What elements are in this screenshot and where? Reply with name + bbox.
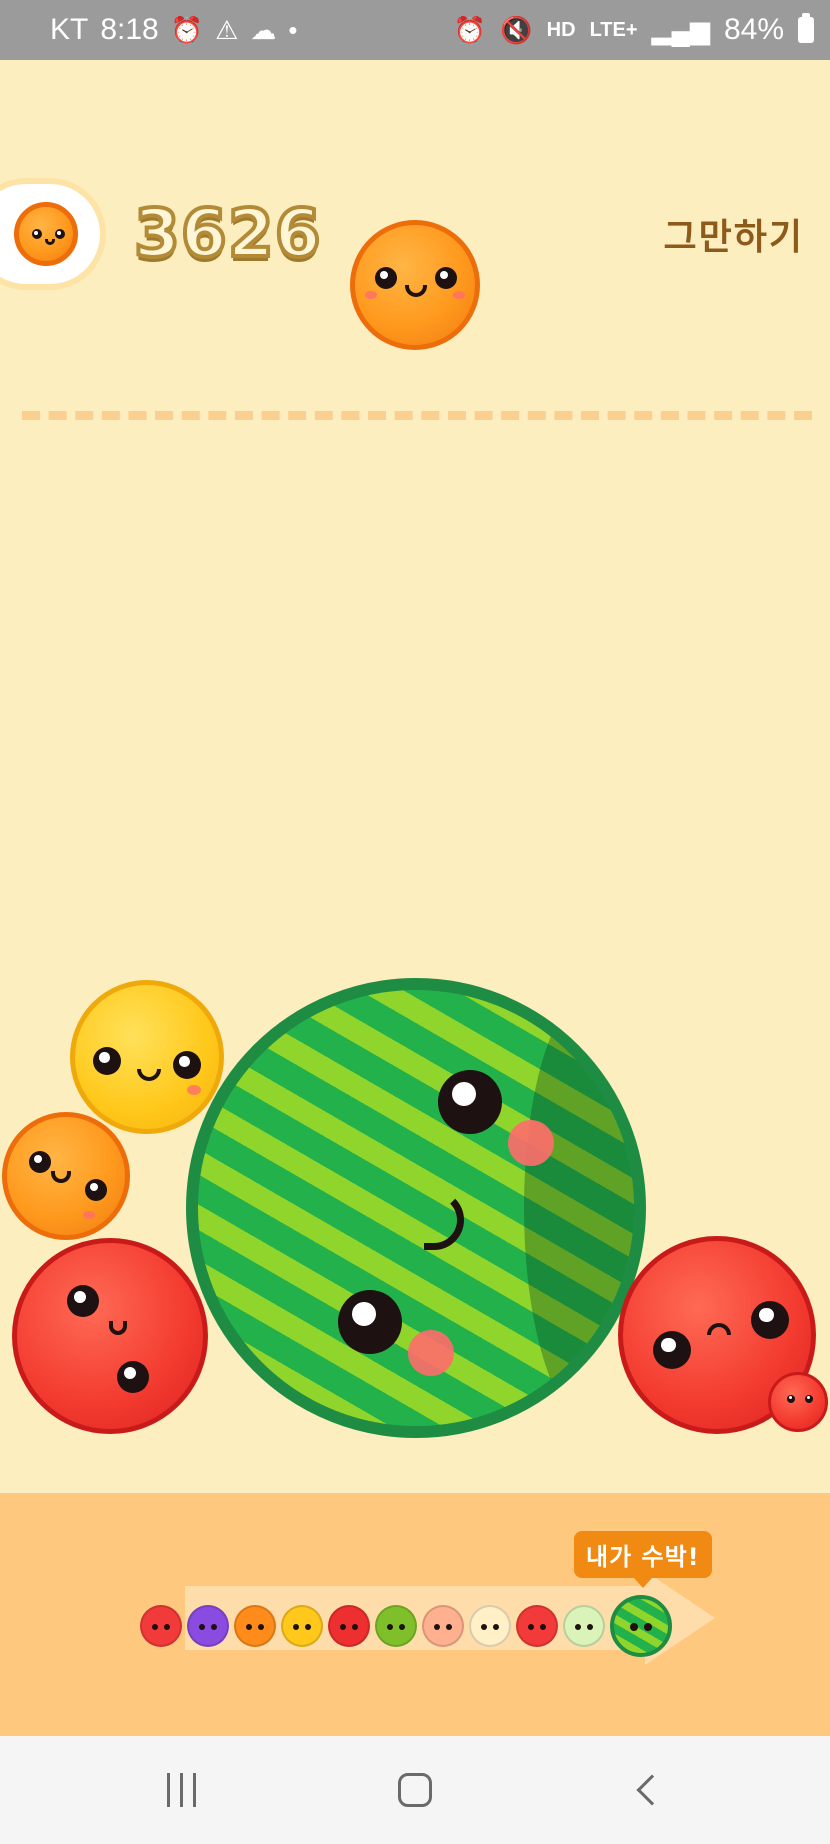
mouth	[51, 1171, 71, 1183]
evolution-melon-icon	[563, 1605, 605, 1647]
clock: 8:18	[100, 13, 159, 46]
cloud-icon: ☁	[250, 14, 277, 45]
eye	[117, 1361, 149, 1393]
alarm-icon: ⏰	[453, 14, 487, 45]
status-right: ⏰ 🔇 HD LTE+ ▂▄▆ 84%	[454, 13, 814, 47]
hd-icon: HD	[546, 18, 576, 41]
warning-icon: ⚠	[215, 14, 239, 45]
evolution-kiwi-icon	[375, 1605, 417, 1647]
fruit-apple-left	[12, 1238, 208, 1434]
battery-icon	[798, 13, 814, 43]
game-board[interactable]: 3626 그만하기 내가 수박!	[0, 60, 830, 1796]
back-icon[interactable]	[628, 1766, 668, 1814]
alarm-icon: ⏰	[170, 14, 204, 45]
eye	[751, 1301, 789, 1339]
evolution-row	[140, 1595, 672, 1657]
quit-button[interactable]: 그만하기	[664, 208, 804, 260]
cheek	[83, 1211, 95, 1219]
fruit-lemon	[70, 980, 224, 1134]
cheek	[508, 1120, 554, 1166]
mouth	[137, 1069, 161, 1081]
evolution-tangerine-icon	[234, 1605, 276, 1647]
eye	[173, 1051, 201, 1079]
fruit-strawberry	[768, 1372, 828, 1432]
eye	[338, 1290, 402, 1354]
evolution-tomato-icon	[516, 1605, 558, 1647]
mouth	[424, 1190, 464, 1250]
mute-icon: 🔇	[500, 14, 533, 45]
eye	[55, 229, 65, 239]
mouth	[45, 239, 55, 245]
recents-icon[interactable]	[160, 1766, 202, 1814]
drop-limit-line	[22, 411, 812, 420]
status-bar: KT 8:18 ⏰ ⚠ ☁ • ⏰ 🔇 HD LTE+ ▂▄▆ 84%	[0, 0, 830, 60]
home-icon[interactable]	[392, 1766, 438, 1814]
evolution-cherry-icon	[140, 1605, 182, 1647]
signal-icon: ▂▄▆	[651, 14, 710, 45]
evolution-pineapple-icon	[469, 1605, 511, 1647]
evolution-apple-icon	[328, 1605, 370, 1647]
next-fruit-orange	[14, 202, 78, 266]
cheek	[453, 291, 465, 299]
next-fruit-preview	[0, 178, 106, 290]
eye	[787, 1395, 795, 1403]
navigation-bar	[0, 1736, 830, 1844]
cheek	[408, 1330, 454, 1376]
dot-icon: •	[288, 14, 298, 45]
lte-icon: LTE+	[589, 18, 638, 41]
evolution-grape-icon	[187, 1605, 229, 1647]
eye	[67, 1285, 99, 1317]
current-fruit-orange[interactable]	[350, 220, 480, 350]
carrier-label: KT	[50, 13, 89, 46]
eye	[375, 267, 397, 289]
eye	[32, 229, 42, 239]
fruit-tangerine	[2, 1112, 130, 1240]
status-left: KT 8:18 ⏰ ⚠ ☁ •	[50, 13, 298, 47]
fruit-watermelon	[186, 978, 646, 1438]
eye	[435, 267, 457, 289]
watermelon-badge: 내가 수박!	[574, 1531, 712, 1588]
evolution-watermelon-icon	[610, 1595, 672, 1657]
mouth	[405, 285, 427, 297]
evolution-peach-icon	[422, 1605, 464, 1647]
eye	[85, 1179, 107, 1201]
eye	[29, 1151, 51, 1173]
mouth	[707, 1323, 731, 1335]
eye	[438, 1070, 502, 1134]
eye	[93, 1047, 121, 1075]
cheek	[365, 291, 377, 299]
eye	[805, 1395, 813, 1403]
cheek	[187, 1085, 201, 1095]
evolution-lemon-icon	[281, 1605, 323, 1647]
eye	[653, 1331, 691, 1369]
mouth	[109, 1321, 127, 1335]
battery-level: 84%	[723, 13, 784, 46]
score-display: 3626	[132, 193, 323, 274]
